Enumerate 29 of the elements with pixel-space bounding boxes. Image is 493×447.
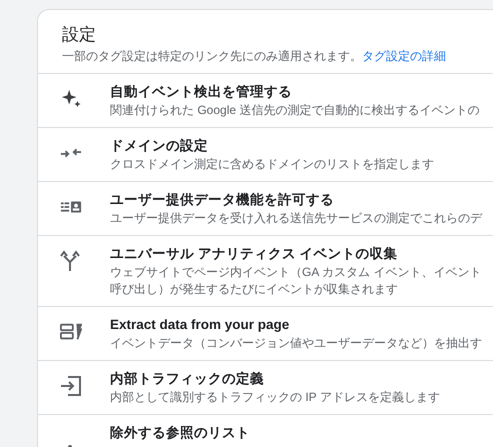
setting-row[interactable]: ユニバーサル アナリティクス イベントの収集 ウェブサイトでページ内イベント（GA カスタム イベント、イベント 呼び出し）が発生するたびにイベントが収集されます (38, 236, 493, 307)
setting-row[interactable]: Extract data from your page イベントデータ（コンバージョン値やユーザーデータなど）を抽出す (38, 307, 493, 361)
list-person-icon (60, 200, 82, 214)
setting-description: イベントデータ（コンバージョン値やユーザーデータなど）を抽出す (110, 335, 482, 352)
setting-description: ウェブサイトでページ内イベント（GA カスタム イベント、イベント (110, 264, 482, 281)
fork-icon (60, 250, 80, 272)
setting-row[interactable]: 除外する参照のリスト (38, 415, 493, 447)
card-description: 一部のタグ設定は特定のリンク先にのみ適用されます。 (62, 49, 362, 63)
card-title: 設定 (62, 24, 97, 46)
setting-title: ユーザー提供データ機能を許可する (110, 191, 335, 209)
setting-title: 除外する参照のリスト (110, 424, 250, 442)
setting-description: 呼び出し）が発生するたびにイベントが収集されます (110, 281, 399, 298)
setting-description: ユーザー提供データを受け入れる送信先サービスの測定でこれらのデ (110, 210, 482, 227)
setting-description: 内部として識別するトラフィックの IP アドレスを定義します (110, 389, 440, 406)
setting-title: 自動イベント検出を管理する (110, 83, 293, 101)
setting-title: ドメインの設定 (110, 137, 209, 155)
login-icon (60, 376, 82, 396)
details-link[interactable]: タグ設定の詳細 (362, 49, 446, 63)
data-extract-icon (60, 323, 82, 341)
setting-row[interactable]: ユーザー提供データ機能を許可する ユーザー提供データを受け入れる送信先サービスの測定でこれらのデ (38, 182, 493, 236)
setting-row[interactable]: 自動イベント検出を管理する 関連付けられた Google 送信先の測定で自動的に検出するイベントの (38, 74, 493, 128)
sparkle-icon (60, 88, 82, 110)
setting-row[interactable]: 内部トラフィックの定義 内部として識別するトラフィックの IP アドレスを定義します (38, 361, 493, 415)
setting-description: 関連付けられた Google 送信先の測定で自動的に検出するイベントの (110, 102, 480, 119)
setting-row[interactable]: ドメインの設定 クロスドメイン測定に含めるドメインのリストを指定します (38, 128, 493, 182)
setting-description: クロスドメイン測定に含めるドメインのリストを指定します (110, 156, 434, 173)
setting-title: Extract data from your page (110, 316, 290, 334)
setting-title: ユニバーサル アナリティクス イベントの収集 (110, 245, 399, 263)
setting-title: 内部トラフィックの定義 (110, 370, 265, 388)
